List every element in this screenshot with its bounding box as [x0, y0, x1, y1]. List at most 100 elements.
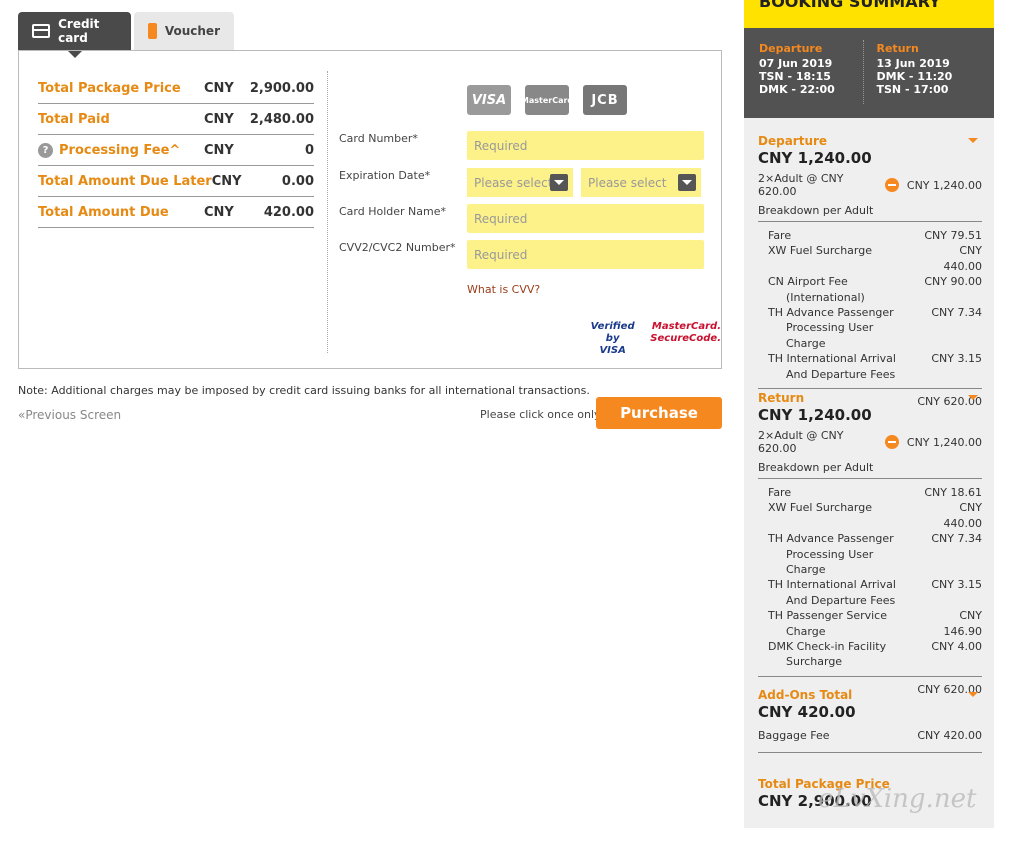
adult-total: CNY 1,240.00 — [906, 178, 982, 192]
fee-name: TH Passenger Service Charge — [768, 608, 920, 639]
tab-voucher-label: Voucher — [164, 24, 220, 38]
price-row: Total Paid CNY 2,480.00 — [38, 104, 314, 135]
previous-screen-link[interactable]: «Previous Screen — [18, 408, 121, 422]
caret-down-icon[interactable] — [968, 692, 978, 697]
fee-item: DMK Check-in Facility Surcharge CNY 4.00 — [768, 639, 982, 670]
card-holder-input[interactable]: Required — [467, 204, 704, 233]
fee-value: CNY 146.90 — [943, 609, 983, 638]
return-leg-1: DMK - 11:20 — [876, 70, 953, 83]
expiry-month-select[interactable]: Please select — [467, 168, 573, 197]
fee-name: CN Airport Fee (International) — [768, 274, 920, 305]
price-label: Total Package Price — [38, 80, 181, 96]
cvv-label: CVV2/CVC2 Number* — [339, 241, 456, 254]
summary-title: BOOKING SUMMARY — [744, 0, 994, 28]
fee-item: TH International Arrival And Departure Fe… — [768, 351, 982, 382]
fee-item: CN Airport Fee (International) CNY 90.00 — [768, 274, 982, 305]
fee-name-line: And Departure Fees — [786, 367, 896, 381]
departure-section-title[interactable]: Departure — [758, 134, 982, 148]
price-currency: CNY — [211, 173, 242, 189]
adult-price: 2×Adult @ CNY 620.00 — [758, 429, 844, 455]
price-row: Total Package Price CNY 2,900.00 — [38, 73, 314, 104]
return-flight: Return 13 Jun 2019 DMK - 11:20 TSN - 17:… — [877, 42, 995, 118]
return-amount: CNY 1,240.00 — [758, 406, 872, 424]
fee-name-line: TH International Arrival — [768, 352, 896, 366]
price-amount: 0.00 — [281, 173, 314, 189]
fee-name: XW Fuel Surcharge — [768, 500, 920, 531]
fee-name: XW Fuel Surcharge — [768, 243, 920, 274]
fee-list: Fare CNY 18.61 XW Fuel Surcharge CNY 440.0… — [758, 479, 982, 677]
fee-name: Fare — [768, 485, 920, 500]
price-currency: CNY — [204, 80, 234, 96]
click-once-hint: Please click once only — [480, 408, 601, 421]
card-holder-label: Card Holder Name* — [339, 205, 447, 218]
return-section-title[interactable]: Return — [758, 391, 982, 405]
help-icon[interactable]: ? — [38, 142, 53, 158]
price-amount: 420.00 — [263, 204, 314, 220]
jcb-logo: JCB — [583, 85, 627, 115]
fee-name: Fare — [768, 228, 920, 243]
tab-voucher[interactable]: Voucher — [134, 12, 234, 50]
chevron-down-icon[interactable] — [678, 174, 696, 191]
adult-row: 2×Adult @ CNY 620.00 CNY 1,240.00 — [758, 172, 982, 198]
tab-credit-card-label: Credit card — [58, 17, 100, 45]
divider — [863, 40, 864, 104]
fee-value: CNY 18.61 — [924, 486, 982, 499]
chevron-down-icon[interactable] — [550, 174, 568, 191]
fee-name-line: Fare — [768, 486, 792, 499]
caret-down-icon[interactable] — [968, 138, 978, 143]
purchase-button[interactable]: Purchase — [596, 397, 722, 429]
msc-text: MasterCard. — [651, 321, 721, 332]
departure-date: 07 Jun 2019 — [759, 57, 833, 70]
addons-section: Add-Ons Total CNY 420.00 Baggage Fee CNY… — [758, 688, 982, 753]
verified-by-visa-logo: Verified by VISA — [587, 321, 638, 357]
price-currency: CNY — [204, 111, 234, 127]
price-amount: 0 — [304, 142, 314, 158]
fee-name-line: Charge — [786, 624, 826, 638]
fee-name: TH Advance Passenger Processing User Charg… — [768, 305, 920, 351]
fee-name-line: And Departure Fees — [786, 593, 896, 607]
price-row: ? Processing Fee^ CNY 0 — [38, 135, 314, 166]
adult-row: 2×Adult @ CNY 620.00 CNY 1,240.00 — [758, 429, 982, 455]
expiry-year-select[interactable]: Please select — [581, 168, 701, 197]
watermark: eLvXing.net — [818, 784, 977, 814]
expiration-label: Expiration Date* — [339, 169, 431, 182]
price-amount: 2,480.00 — [249, 111, 314, 127]
verified-visa-text: VISA — [599, 345, 626, 356]
fee-name: TH International Arrival And Departure Fe… — [768, 577, 920, 608]
fee-list: Fare CNY 79.51 XW Fuel Surcharge CNY 440.0… — [758, 222, 983, 390]
baggage-row: Baggage Fee CNY 420.00 — [758, 729, 982, 753]
fee-value: CNY 79.51 — [924, 229, 982, 242]
price-currency: CNY — [204, 204, 234, 220]
minus-icon[interactable] — [884, 435, 899, 449]
what-is-cvv-link[interactable]: What is CVV? — [467, 283, 540, 296]
addons-title[interactable]: Add-Ons Total — [758, 688, 982, 702]
baggage-amount: CNY 420.00 — [917, 729, 982, 742]
fee-name-line: TH International Arrival — [768, 578, 896, 592]
fee-item: TH Advance Passenger Processing User Charg… — [768, 305, 982, 351]
fee-name-line: Processing User — [786, 321, 874, 335]
bank-charges-note: Note: Additional charges may be imposed … — [18, 384, 590, 397]
fee-name: TH International Arrival And Departure Fe… — [768, 351, 920, 382]
fee-name-line: Fare — [768, 229, 792, 242]
card-number-input[interactable]: Required — [467, 131, 704, 160]
fee-name-line: CN Airport Fee — [768, 275, 848, 289]
fee-value: CNY 440.00 — [943, 244, 983, 273]
booking-summary: BOOKING SUMMARY Departure 07 Jun 2019 TS… — [744, 0, 994, 828]
price-currency: CNY — [204, 142, 234, 158]
fee-item: TH Advance Passenger Processing User Charg… — [768, 531, 982, 577]
verified-text: Verified by — [590, 321, 635, 344]
fee-name-line: XW Fuel Surcharge — [768, 244, 873, 258]
departure-amount: CNY 1,240.00 — [758, 149, 872, 167]
caret-down-icon[interactable] — [968, 395, 978, 400]
departure-flight: Departure 07 Jun 2019 TSN - 18:15 DMK - … — [759, 42, 877, 118]
tab-credit-card[interactable]: Credit card — [18, 12, 131, 58]
departure-flight-title: Departure — [759, 42, 823, 55]
minus-icon[interactable] — [884, 178, 899, 192]
departure-leg-2: DMK - 22:00 — [759, 83, 835, 96]
price-row: Total Amount Due Later CNY 0.00 — [38, 166, 314, 197]
cvv-input[interactable]: Required — [467, 240, 704, 269]
credit-card-icon — [32, 24, 51, 38]
adult-price: 2×Adult @ CNY 620.00 — [758, 172, 844, 198]
processing-fee-toggle[interactable]: ? Processing Fee^ — [38, 142, 204, 158]
securecode-text: SecureCode. — [650, 333, 721, 344]
